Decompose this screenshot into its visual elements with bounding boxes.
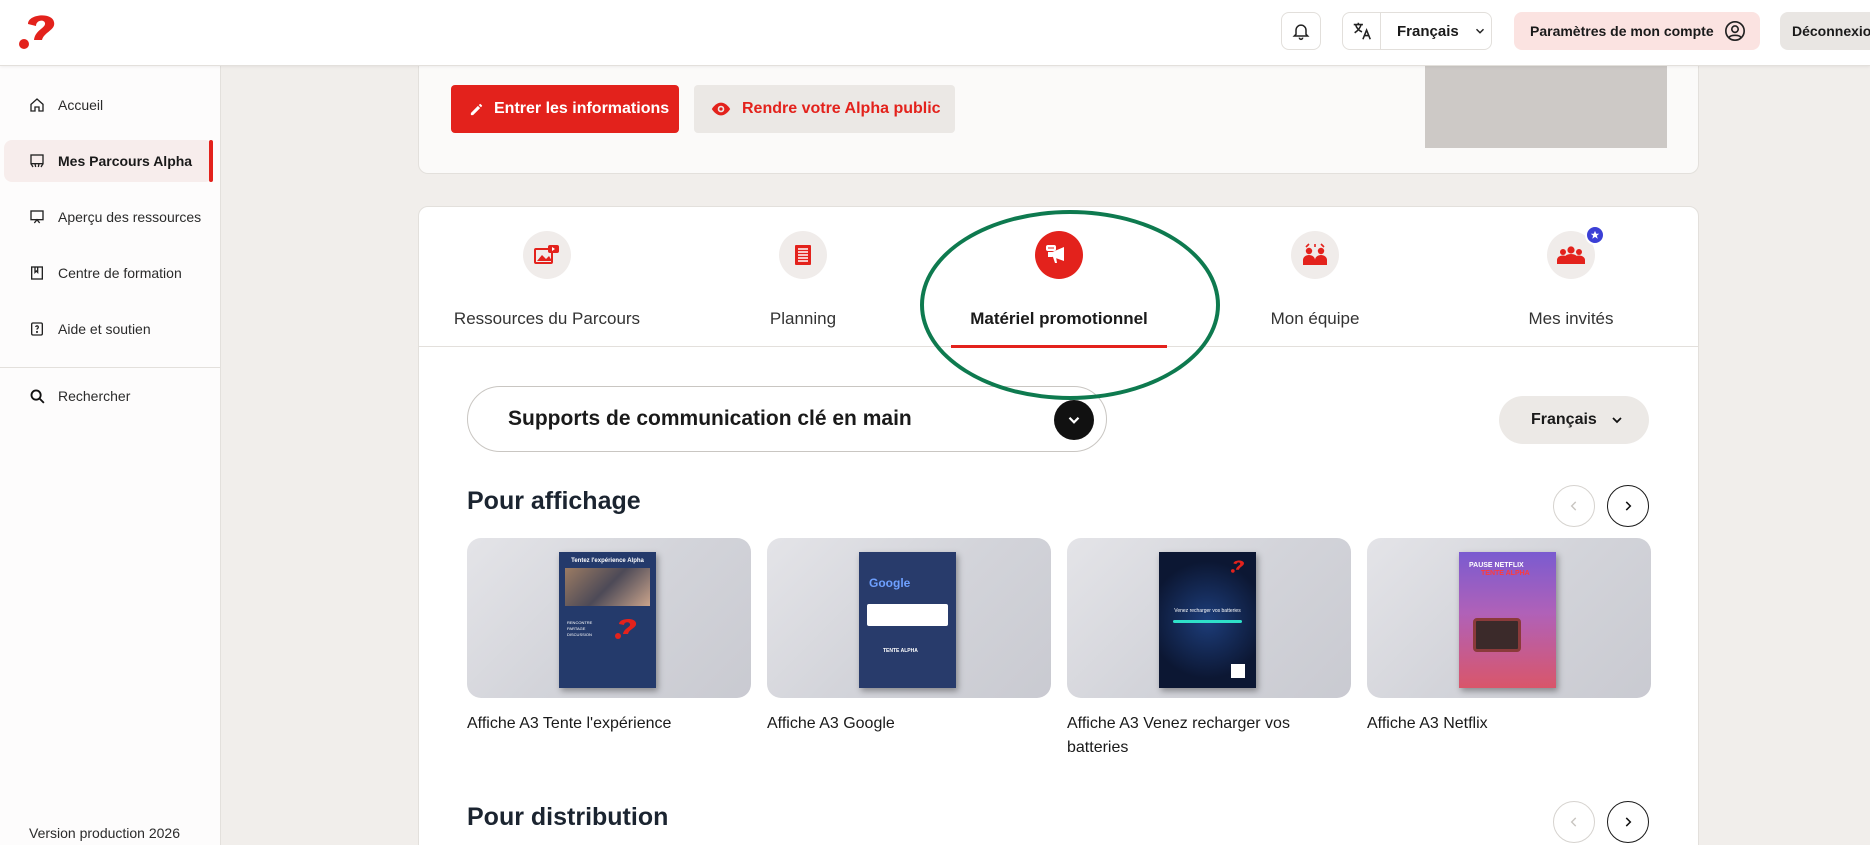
top-bar: Français Paramètres de mon compte Déconn… (0, 0, 1870, 66)
alpha-info-card: Entrer les informations Rendre votre Alp… (418, 66, 1699, 174)
poster-title: Affiche A3 Tente l'expérience (467, 715, 672, 732)
media-icon (523, 231, 571, 279)
poster-image: Venez recharger vos batteries (1159, 552, 1256, 688)
language-label: Français (1397, 22, 1459, 40)
pencil-icon (469, 102, 484, 117)
user-circle-icon (1724, 20, 1746, 42)
carousel-prev-button[interactable] (1553, 801, 1595, 843)
tab-mes-invites[interactable]: Mes invités (1451, 225, 1691, 347)
alpha-cover-image (1425, 66, 1667, 148)
poster-title: Affiche A3 Venez recharger vos batteries (1067, 715, 1290, 756)
poster-thumbnail: Venez recharger vos batteries (1067, 538, 1351, 698)
tab-label: Mes invités (1528, 309, 1614, 328)
bell-icon (1291, 21, 1311, 41)
help-icon (28, 320, 46, 338)
planning-icon (779, 231, 827, 279)
chevron-right-icon (1625, 817, 1632, 827)
alpha-logo-icon[interactable] (18, 10, 62, 50)
chevron-down-icon (1473, 24, 1487, 38)
tab-planning[interactable]: Planning (683, 231, 923, 347)
annotation-highlight-ellipse (920, 210, 1220, 400)
chevron-right-icon (1625, 501, 1632, 511)
chevron-down-icon (1609, 412, 1625, 428)
poster-thumbnail: Google TENTE ALPHA (767, 538, 1051, 698)
poster-image: PAUSE NETFLIX TENTE ALPHA (1459, 552, 1556, 688)
sidebar-item-label: Centre de formation (58, 265, 182, 281)
sidebar-item-aide-soutien[interactable]: Aide et soutien (4, 308, 213, 350)
star-badge-icon (1585, 225, 1605, 245)
resources-icon (28, 208, 46, 226)
make-public-label: Rendre votre Alpha public (742, 100, 941, 117)
poster-image: Google TENTE ALPHA (859, 552, 956, 688)
carousel-next-button[interactable] (1607, 485, 1649, 527)
version-text: Version production 2026 (29, 825, 180, 841)
tab-mon-equipe[interactable]: Mon équipe (1195, 231, 1435, 347)
logout-button[interactable]: Déconnexion (1780, 12, 1870, 50)
poster-card[interactable]: PAUSE NETFLIX TENTE ALPHA Affiche A3 Net… (1367, 538, 1651, 736)
eye-icon (710, 101, 732, 117)
sidebar-item-apercu-ressources[interactable]: Aperçu des ressources (4, 196, 213, 238)
category-select-value: Supports de communication clé en main (508, 407, 912, 430)
enter-info-button[interactable]: Entrer les informations (451, 85, 679, 133)
search-icon (28, 387, 46, 405)
chevron-left-icon (1570, 501, 1577, 511)
home-icon (28, 96, 46, 114)
sidebar-item-centre-formation[interactable]: Centre de formation (4, 252, 213, 294)
notifications-button[interactable] (1281, 12, 1321, 50)
section-title-distribution: Pour distribution (467, 803, 669, 831)
tab-label: Mon équipe (1270, 309, 1360, 328)
sidebar-item-label: Aide et soutien (58, 321, 151, 337)
chevron-left-icon (1570, 817, 1577, 827)
logout-label: Déconnexion (1792, 23, 1870, 39)
tab-ressources-parcours[interactable]: Ressources du Parcours (427, 231, 667, 347)
sidebar-item-accueil[interactable]: Accueil (4, 84, 213, 126)
section-title-affichage: Pour affichage (467, 487, 641, 515)
chevron-down-icon[interactable] (1054, 400, 1094, 440)
tab-label: Planning (769, 309, 837, 328)
poster-card[interactable]: Tentez l'expérience Alpha RENCONTRE PART… (467, 538, 751, 736)
poster-image: Tentez l'expérience Alpha RENCONTRE PART… (559, 552, 656, 688)
sidebar-divider (0, 367, 221, 368)
poster-card[interactable]: Google TENTE ALPHA Affiche A3 Google (767, 538, 1051, 736)
book-icon (28, 264, 46, 282)
poster-card[interactable]: Venez recharger vos batteries Affiche A3… (1067, 538, 1351, 760)
make-public-button[interactable]: Rendre votre Alpha public (694, 85, 955, 133)
sidebar: Accueil Mes Parcours Alpha Aperçu des re… (0, 66, 221, 845)
carousel-next-button[interactable] (1607, 801, 1649, 843)
sidebar-item-mes-parcours-alpha[interactable]: Mes Parcours Alpha (4, 140, 213, 182)
tab-label: Ressources du Parcours (453, 309, 641, 328)
sidebar-item-rechercher[interactable]: Rechercher (4, 375, 213, 417)
sidebar-item-label: Rechercher (58, 388, 131, 404)
account-settings-label: Paramètres de mon compte (1530, 23, 1714, 39)
account-settings-button[interactable]: Paramètres de mon compte (1514, 12, 1760, 50)
poster-thumbnail: PAUSE NETFLIX TENTE ALPHA (1367, 538, 1651, 698)
sidebar-item-label: Mes Parcours Alpha (58, 153, 193, 169)
content-language-value: Français (1531, 411, 1597, 428)
poster-title: Affiche A3 Google (767, 715, 895, 732)
team-icon (1291, 231, 1339, 279)
sidebar-item-label: Accueil (58, 97, 104, 113)
category-select[interactable]: Supports de communication clé en main (467, 386, 1107, 452)
language-selector[interactable]: Français (1342, 12, 1492, 50)
poster-thumbnail: Tentez l'expérience Alpha RENCONTRE PART… (467, 538, 751, 698)
translate-icon (1343, 13, 1381, 49)
enter-info-label: Entrer les informations (494, 100, 670, 117)
poster-title: Affiche A3 Netflix (1367, 715, 1488, 732)
content-language-select[interactable]: Français (1499, 396, 1649, 444)
carousel-prev-button[interactable] (1553, 485, 1595, 527)
sidebar-item-label: Aperçu des ressources (58, 209, 202, 225)
parcours-icon (28, 152, 46, 170)
